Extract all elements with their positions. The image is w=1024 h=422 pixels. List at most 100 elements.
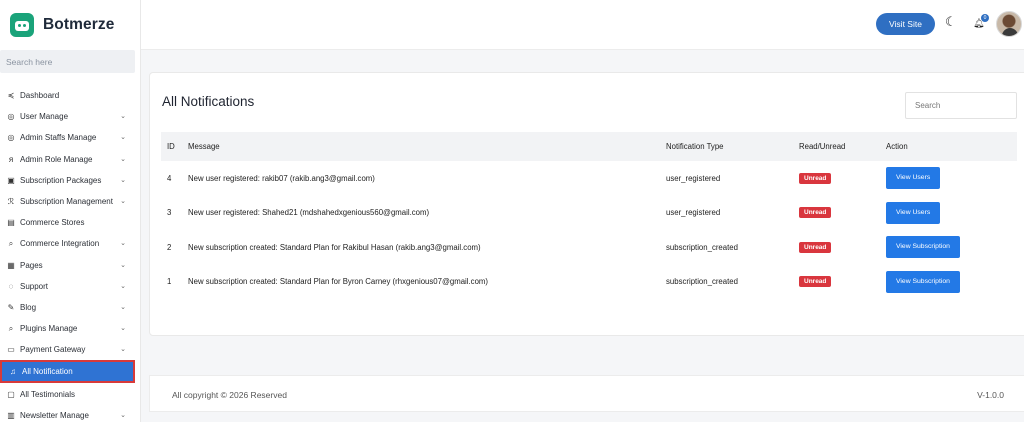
moon-icon[interactable]: ☾ — [945, 14, 957, 30]
sidebar-item-label: Subscription Management — [20, 197, 113, 207]
table-row: 1 New subscription created: Standard Plan… — [161, 265, 1017, 300]
sidebar: Botmerze Search here ≼ Dashboard ◎ User Man… — [0, 0, 141, 422]
sidebar-item-commerce-stores[interactable]: ▤ Commerce Stores — [0, 212, 140, 233]
sidebar-item-payment-gateway[interactable]: ▭ Payment Gateway ⌄ — [0, 339, 140, 360]
row-status-cell: Unread — [799, 161, 886, 196]
row-message: New user registered: Shahed21 (mdshahedx… — [188, 208, 430, 218]
status-badge: Unread — [799, 172, 832, 184]
row-type: user_registered — [666, 173, 721, 183]
copyright-text: All copyright © 2026 Reserved — [172, 390, 287, 400]
page-title: All Notifications — [162, 94, 255, 109]
sidebar-menu: ≼ Dashboard ◎ User Manage ⌄ ◎ Admin Staffs Man… — [0, 85, 140, 422]
sidebar-item-label: Newsletter Manage — [20, 410, 89, 420]
sidebar-item-label: All Testimonials — [20, 389, 75, 399]
sidebar-item-label: All Notification — [22, 367, 73, 377]
menu-item-icon: ◎ — [7, 112, 15, 122]
footer: All copyright © 2026 Reserved V-1.0.0 — [149, 375, 1024, 412]
brand[interactable]: Botmerze — [0, 0, 140, 50]
search-input[interactable] — [905, 92, 1017, 119]
chevron-down-icon: ⌄ — [120, 134, 126, 142]
view-action-button[interactable]: View Users — [886, 167, 941, 190]
sidebar-item-label: Commerce Integration — [20, 239, 100, 249]
menu-item-icon: ⌕ — [8, 323, 14, 333]
sidebar-search-input[interactable]: Search here — [0, 50, 135, 73]
row-action-cell: View Users — [886, 196, 1017, 231]
sidebar-item-newsletter-manage[interactable]: ▥ Newsletter Manage ⌄ — [0, 405, 140, 422]
column-header-read: Read/Unread — [799, 142, 846, 151]
topbar: Visit Site ☾ 🔔︎ 0 — [141, 0, 1024, 50]
menu-item-icon: ⌕ — [8, 238, 14, 248]
table-row: 2 New subscription created: Standard Plan… — [161, 230, 1017, 265]
chevron-down-icon: ⌄ — [120, 261, 126, 269]
visit-site-button[interactable]: Visit Site — [876, 13, 935, 35]
sidebar-item-dashboard[interactable]: ≼ Dashboard — [0, 85, 140, 106]
notifications-table: ID Message Notification Type Read/Unread… — [161, 132, 1017, 299]
chevron-down-icon: ⌄ — [120, 176, 126, 184]
sidebar-item-plugins-manage[interactable]: ⌕ Plugins Manage ⌄ — [0, 318, 140, 339]
status-badge: Unread — [799, 207, 832, 219]
sidebar-item-label: Payment Gateway — [20, 345, 86, 355]
menu-item-icon: ▥ — [7, 410, 15, 420]
robot-logo-icon — [10, 13, 34, 37]
sidebar-item-label: Subscription Packages — [20, 175, 102, 185]
sidebar-item-admin-role-manage[interactable]: ᴙ Admin Role Manage ⌄ — [0, 149, 140, 170]
chevron-down-icon: ⌄ — [120, 155, 126, 163]
sidebar-item-label: User Manage — [20, 112, 69, 122]
sidebar-item-user-manage[interactable]: ◎ User Manage ⌄ — [0, 106, 140, 127]
menu-item-icon: ▣ — [7, 175, 15, 185]
column-header-message: Message — [188, 142, 220, 151]
sidebar-item-all-notification[interactable]: ♫ All Notification — [0, 360, 135, 384]
row-type: subscription_created — [666, 277, 738, 287]
menu-item-icon: ≼ — [7, 91, 15, 101]
menu-item-icon: ℛ — [7, 197, 15, 207]
table-header-row: ID Message Notification Type Read/Unread… — [161, 132, 1017, 161]
menu-item-icon: ▤ — [7, 218, 15, 228]
sidebar-item-admin-staffs-manage[interactable]: ◎ Admin Staffs Manage ⌄ — [0, 127, 140, 148]
row-id: 1 — [167, 277, 172, 287]
sidebar-item-label: Plugins Manage — [20, 324, 78, 334]
sidebar-item-label: Support — [20, 281, 49, 291]
chevron-down-icon: ⌄ — [120, 346, 126, 354]
sidebar-item-subscription-management[interactable]: ℛ Subscription Management ⌄ — [0, 191, 140, 212]
sidebar-item-pages[interactable]: ▦ Pages ⌄ — [0, 255, 140, 276]
row-status-cell: Unread — [799, 265, 886, 300]
sidebar-item-support[interactable]: ◌ Support ⌄ — [0, 276, 140, 297]
row-action-cell: View Users — [886, 161, 1017, 196]
status-badge: Unread — [799, 276, 832, 288]
sidebar-item-label: Blog — [20, 302, 37, 312]
row-action-cell: View Subscription — [886, 230, 1017, 265]
menu-item-icon: ◌ — [8, 281, 14, 291]
view-action-button[interactable]: View Subscription — [886, 270, 960, 293]
row-id: 2 — [167, 242, 172, 252]
chevron-down-icon: ⌄ — [120, 282, 126, 290]
status-badge: Unread — [799, 241, 832, 253]
row-type: user_registered — [666, 208, 721, 218]
view-action-button[interactable]: View Subscription — [886, 236, 960, 259]
view-action-button[interactable]: View Users — [886, 201, 941, 224]
column-header-type: Notification Type — [666, 142, 724, 151]
menu-item-icon: ▭ — [7, 345, 15, 355]
sidebar-item-subscription-packages[interactable]: ▣ Subscription Packages ⌄ — [0, 170, 140, 191]
chevron-down-icon: ⌄ — [120, 197, 126, 205]
column-header-action: Action — [886, 142, 908, 151]
chevron-down-icon: ⌄ — [120, 325, 126, 333]
chevron-down-icon: ⌄ — [120, 411, 126, 419]
menu-item-icon: ᴙ — [8, 154, 14, 164]
menu-item-icon: ♫ — [10, 367, 16, 377]
notifications-card: All Notifications ID Message Notificatio… — [149, 72, 1024, 336]
row-message: New user registered: rakib07 (rakib.ang3… — [188, 173, 375, 183]
version-text: V-1.0.0 — [977, 390, 1004, 400]
sidebar-item-label: Commerce Stores — [20, 218, 85, 228]
avatar[interactable] — [996, 11, 1022, 37]
sidebar-item-blog[interactable]: ✎ Blog ⌄ — [0, 297, 140, 318]
chevron-down-icon: ⌄ — [120, 303, 126, 311]
sidebar-item-commerce-integration[interactable]: ⌕ Commerce Integration ⌄ — [0, 233, 140, 254]
row-id: 3 — [167, 208, 172, 218]
sidebar-item-all-testimonials[interactable]: ▢ All Testimonials — [0, 383, 140, 404]
menu-item-icon: ▦ — [7, 260, 15, 270]
table-row: 4 New user registered: rakib07 (rakib.ang… — [161, 161, 1017, 196]
menu-item-icon: ✎ — [7, 302, 15, 312]
sidebar-search-placeholder: Search here — [6, 56, 53, 67]
row-status-cell: Unread — [799, 230, 886, 265]
brand-name: Botmerze — [43, 16, 115, 33]
